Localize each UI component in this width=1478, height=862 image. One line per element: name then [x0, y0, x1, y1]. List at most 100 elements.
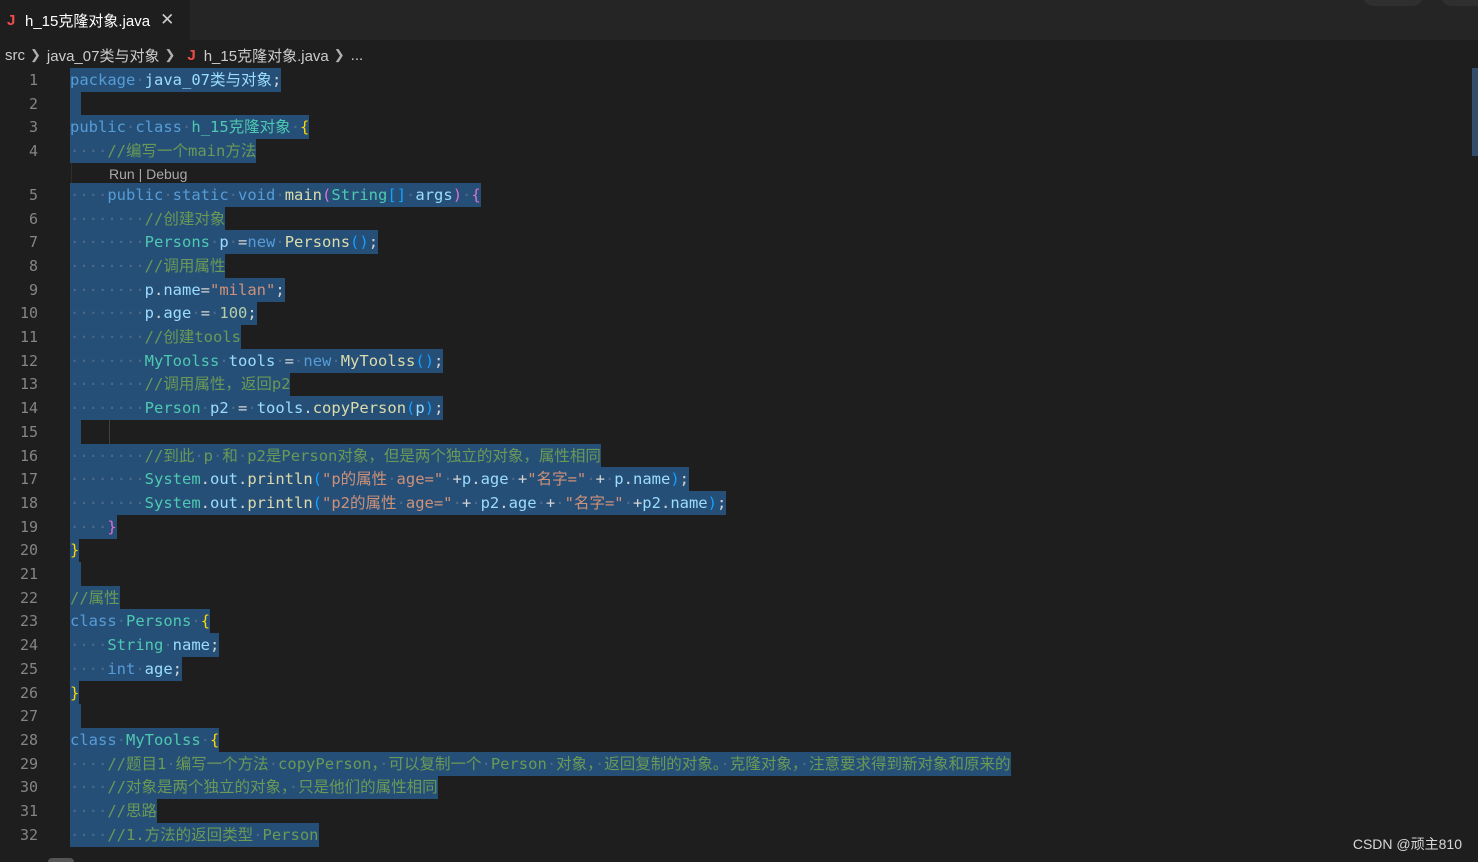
breadcrumb-item-package[interactable]: java_07类与对象	[47, 45, 160, 66]
breadcrumb: src ❯ java_07类与对象 ❯ J h_15克隆对象.java ❯ ..…	[0, 42, 363, 68]
line-number: 19	[19, 517, 38, 536]
code-text[interactable]: }	[70, 538, 80, 563]
code-text[interactable]: ····public·static·void·main(String[]·arg…	[70, 182, 481, 207]
line-number: 21	[19, 565, 38, 583]
breadcrumb-item-src[interactable]: src	[5, 47, 25, 64]
code-text[interactable]	[70, 419, 81, 444]
line-number: 28	[19, 730, 38, 749]
code-line[interactable]: 29 ····//题目1·编写一个方法·copyPerson，·可以复制一个·Pe…	[0, 751, 1470, 776]
line-number: 20	[19, 541, 38, 560]
code-text[interactable]: class·Persons·{	[70, 609, 211, 634]
line-number: 31	[19, 802, 38, 820]
line-number: 7	[28, 233, 38, 252]
code-text[interactable]: //属性	[70, 585, 120, 610]
line-number: 14	[19, 399, 38, 418]
code-text[interactable]	[70, 91, 81, 116]
code-text[interactable]: ····}	[70, 514, 117, 539]
code-text[interactable]: ········p.age·=·100;	[70, 301, 257, 326]
code-line[interactable]: 18 ········System.out.println("p2的属性·age=…	[0, 490, 1470, 515]
code-text[interactable]: ····//编写一个main方法	[70, 139, 257, 164]
chevron-right-icon: ❯	[333, 47, 345, 62]
code-line[interactable]: 28 class·MyToolss·{	[0, 727, 1470, 752]
code-line[interactable]: 32 ····//1.方法的返回类型·Person	[0, 822, 1470, 847]
code-line[interactable]: 13 ········//调用属性，返回p2	[0, 372, 1470, 397]
code-line[interactable]: 1 package·java_07类与对象;	[0, 68, 1470, 92]
code-text[interactable]: package·java_07类与对象;	[70, 68, 282, 92]
code-text[interactable]: ········System.out.println("p2的属性·age="·…	[70, 490, 727, 515]
code-line[interactable]: 2	[0, 91, 1470, 116]
code-text[interactable]: ····//题目1·编写一个方法·copyPerson，·可以复制一个·Pers…	[70, 751, 1011, 776]
line-number: 26	[19, 683, 38, 702]
code-line[interactable]: 9 ········p.name="milan";	[0, 277, 1470, 302]
code-line[interactable]: 6 ········//创建对象	[0, 206, 1470, 231]
code-text[interactable]: ····//对象是两个独立的对象，·只是他们的属性相同	[70, 775, 438, 800]
code-line[interactable]: 25 ····int·age;	[0, 656, 1470, 681]
vertical-scrollbar[interactable]	[1472, 68, 1478, 156]
code-line[interactable]: 15	[0, 419, 1470, 444]
code-text[interactable]: ····int·age;	[70, 656, 183, 681]
code-line[interactable]: 11 ········//创建tools	[0, 325, 1470, 349]
java-file-icon: J	[7, 11, 16, 29]
code-text[interactable]: ········//到此·p·和·p2是Person对象，但是两个独立的对象，属…	[70, 443, 601, 468]
line-number: 15	[19, 422, 38, 441]
line-number: 24	[19, 636, 38, 655]
toolbar-button[interactable]	[1440, 0, 1478, 6]
toolbar-button[interactable]	[1362, 0, 1424, 6]
code-text[interactable]: ········Person·p2·=·tools.copyPerson(p);	[70, 396, 444, 421]
code-line[interactable]: 21	[0, 562, 1470, 586]
close-icon[interactable]: ✕	[160, 10, 174, 30]
editor-tab[interactable]: J h_15克隆对象.java ✕	[0, 0, 190, 40]
codelens-run-debug[interactable]: Run | Debug	[109, 164, 187, 184]
code-line[interactable]: 27	[0, 704, 1470, 729]
code-text[interactable]: ········MyToolss·tools·=·new·MyToolss();	[70, 348, 444, 373]
code-text[interactable]	[70, 562, 81, 586]
code-line[interactable]: 20}	[0, 538, 1470, 563]
code-line[interactable]: 24 ····String·name;	[0, 633, 1470, 658]
code-line[interactable]: 5 ····public·static·void·main(String[]·ar…	[0, 182, 1470, 207]
java-file-icon: J	[187, 46, 196, 64]
breadcrumb-item-symbol[interactable]: ...	[351, 47, 364, 64]
code-text[interactable]: class·MyToolss·{	[70, 727, 220, 752]
line-number: 8	[28, 256, 38, 275]
code-text[interactable]	[70, 704, 81, 729]
code-text[interactable]: ····String·name;	[70, 633, 220, 658]
code-text[interactable]: ····//思路	[70, 799, 157, 823]
code-line[interactable]: 3 public·class·h_15克隆对象·{	[0, 115, 1470, 140]
code-text[interactable]: ········//调用属性，返回p2	[70, 372, 291, 397]
code-text[interactable]: }	[70, 680, 80, 705]
code-text[interactable]: ········System.out.println("p的属性·age="·+…	[70, 467, 689, 492]
code-line[interactable]: 31 ····//思路	[0, 799, 1470, 823]
code-line[interactable]: 12 ········MyToolss·tools·=·new·MyToolss(…	[0, 348, 1470, 373]
code-text[interactable]: ········p.name="milan";	[70, 277, 285, 302]
code-text[interactable]: ····//1.方法的返回类型·Person	[70, 822, 319, 847]
code-line[interactable]: 14 ········Person·p2·=·tools.copyPerson(p…	[0, 396, 1470, 421]
chevron-right-icon: ❯	[164, 47, 176, 62]
code-text[interactable]: public·class·h_15克隆对象·{	[70, 115, 310, 140]
tab-label: h_15克隆对象.java	[25, 12, 151, 30]
code-text[interactable]: ········Persons·p·=new·Persons();	[70, 230, 379, 255]
line-number: 10	[19, 304, 38, 323]
code-line[interactable]: 10 ········p.age·=·100;	[0, 301, 1470, 326]
code-line[interactable]: 16 ········//到此·p·和·p2是Person对象，但是两个独立的对象…	[0, 443, 1470, 468]
code-line[interactable]: 4 ····//编写一个main方法	[0, 139, 1470, 164]
chevron-right-icon: ❯	[30, 47, 41, 62]
line-number: 16	[19, 446, 38, 465]
breadcrumb-item-file[interactable]: h_15克隆对象.java	[204, 45, 329, 66]
code-text[interactable]: ········//创建tools	[70, 325, 241, 349]
code-text[interactable]: ········//创建对象	[70, 206, 226, 231]
code-editor[interactable]: Run | Debug 1 package·java_07类与对象; 2 3 publi…	[0, 68, 1478, 862]
line-number: 17	[19, 470, 38, 489]
line-number: 32	[19, 825, 38, 844]
code-line[interactable]: 17 ········System.out.println("p的属性·age="…	[0, 467, 1470, 492]
horizontal-scrollbar[interactable]	[48, 858, 74, 862]
code-line[interactable]: 22 //属性	[0, 585, 1470, 610]
code-line[interactable]: 30 ····//对象是两个独立的对象，·只是他们的属性相同	[0, 775, 1470, 800]
code-line[interactable]: 7 ········Persons·p·=new·Persons();	[0, 230, 1470, 255]
code-line[interactable]: 19 ····}	[0, 514, 1470, 539]
code-line[interactable]: 23 class·Persons·{	[0, 609, 1470, 634]
code-line[interactable]: 8 ········//调用属性	[0, 253, 1470, 278]
code-line[interactable]: 26}	[0, 680, 1470, 705]
line-number: 30	[19, 778, 38, 797]
code-text[interactable]: ········//调用属性	[70, 253, 226, 278]
line-number: 12	[19, 351, 38, 370]
